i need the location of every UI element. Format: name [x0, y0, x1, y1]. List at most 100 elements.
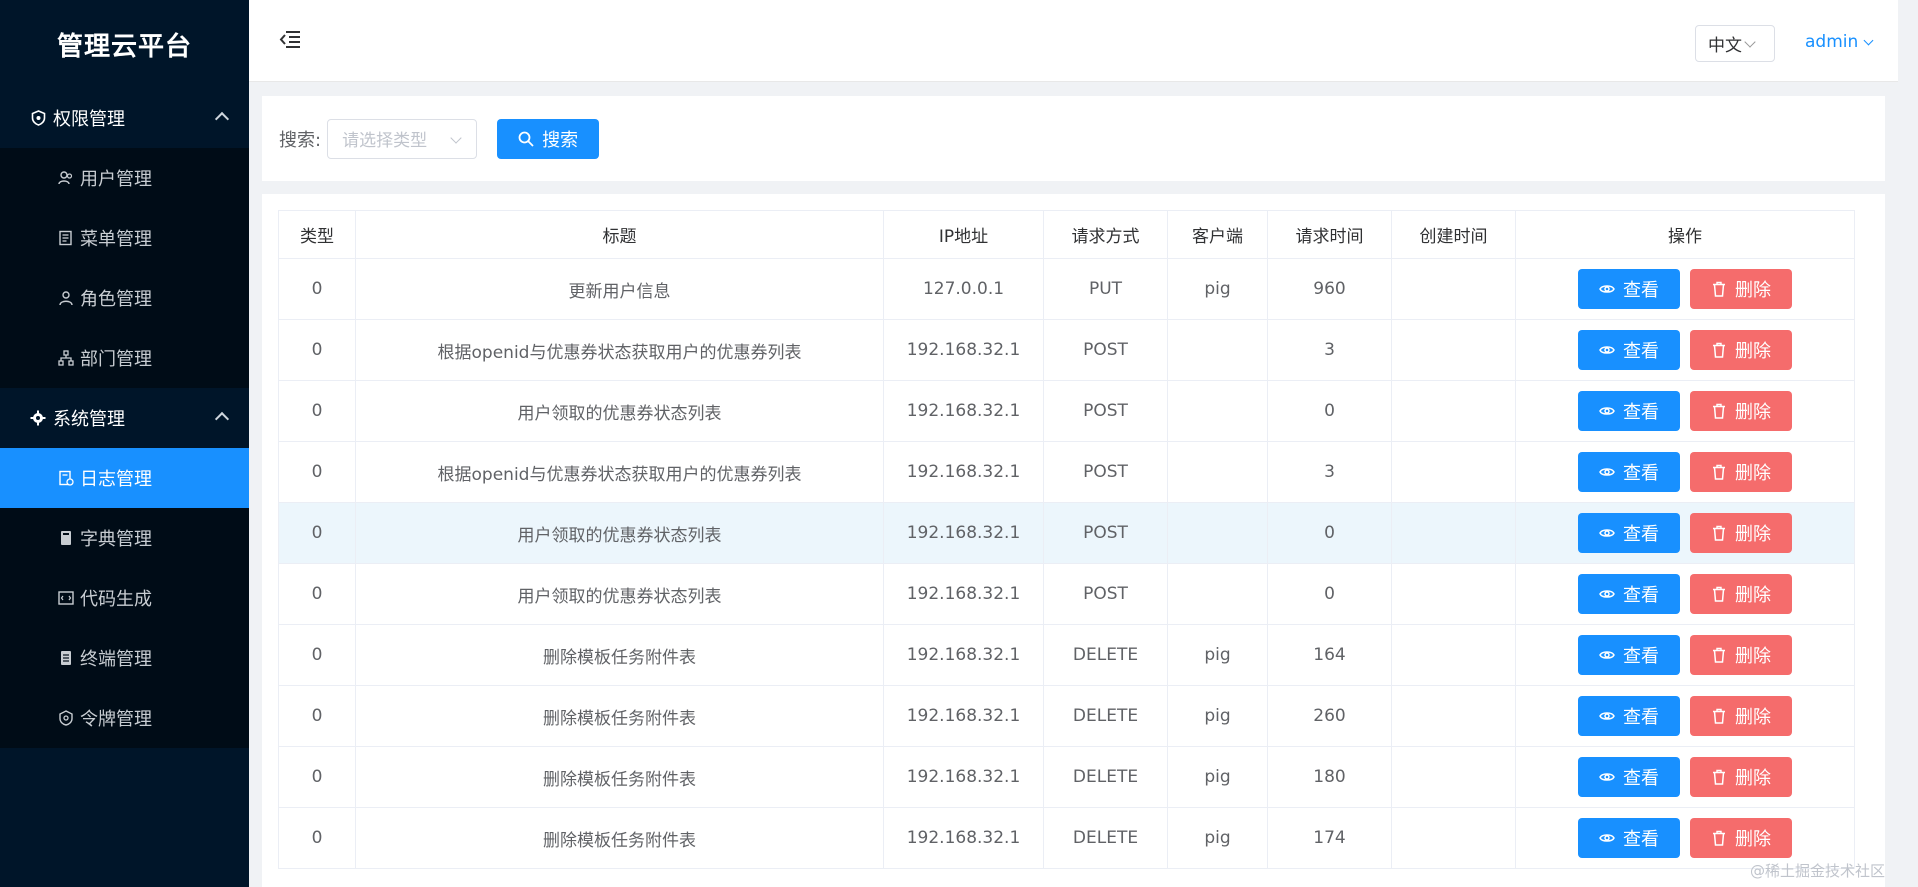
cell-ip: 192.168.32.1	[883, 563, 1044, 625]
view-button[interactable]: 查看	[1578, 452, 1680, 492]
cell-time: 3	[1267, 319, 1392, 381]
sidebar-item-roles[interactable]: 角色管理	[0, 268, 249, 328]
page-scrollbar[interactable]	[1898, 0, 1918, 887]
delete-button-label: 删除	[1735, 768, 1771, 789]
cell-time: 180	[1267, 746, 1392, 808]
dict-icon	[58, 530, 74, 546]
cell-actions: 查看 删除	[1515, 258, 1855, 320]
view-button[interactable]: 查看	[1578, 818, 1680, 858]
trash-icon	[1713, 403, 1725, 419]
column-header: 创建时间	[1391, 210, 1516, 259]
delete-button[interactable]: 删除	[1690, 696, 1792, 736]
cell-time: 260	[1267, 685, 1392, 747]
sidebar-item-label: 令牌管理	[80, 709, 152, 730]
cell-title: 用户领取的优惠券状态列表	[355, 563, 884, 625]
cell-title: 删除模板任务附件表	[355, 807, 884, 869]
sidebar-item-departments[interactable]: 部门管理	[0, 328, 249, 388]
menu-group-permissions[interactable]: 权限管理	[0, 88, 249, 148]
cell-type: 0	[278, 502, 356, 564]
cell-method: PUT	[1043, 258, 1168, 320]
cell-type: 0	[278, 624, 356, 686]
delete-button[interactable]: 删除	[1690, 452, 1792, 492]
delete-button[interactable]: 删除	[1690, 269, 1792, 309]
table-row[interactable]: 0 用户领取的优惠券状态列表 192.168.32.1 POST 0 查看 删除	[278, 380, 1855, 442]
menu-group-system[interactable]: 系统管理	[0, 388, 249, 448]
log-table: 类型 标题 IP地址 请求方式 客户端 请求时间 创建时间 操作 0 更新用户信息…	[278, 210, 1855, 869]
cell-actions: 查看 删除	[1515, 685, 1855, 747]
view-button[interactable]: 查看	[1578, 391, 1680, 431]
table-row[interactable]: 0 更新用户信息 127.0.0.1 PUT pig 960 查看 删除	[278, 258, 1855, 320]
search-button[interactable]: 搜索	[497, 118, 600, 159]
chevron-up-icon	[214, 411, 230, 427]
column-header: IP地址	[883, 210, 1044, 259]
delete-button[interactable]: 删除	[1690, 391, 1792, 431]
cell-client: pig	[1167, 624, 1268, 686]
view-button[interactable]: 查看	[1578, 757, 1680, 797]
table-row[interactable]: 0 删除模板任务附件表 192.168.32.1 DELETE pig 174 查看 删除	[278, 807, 1855, 869]
cell-actions: 查看 删除	[1515, 380, 1855, 442]
watermark: @稀土掘金技术社区	[1750, 862, 1886, 880]
view-button[interactable]: 查看	[1578, 635, 1680, 675]
table-row[interactable]: 0 删除模板任务附件表 192.168.32.1 DELETE pig 164 查看 删除	[278, 624, 1855, 686]
language-select[interactable]: 中文	[1695, 25, 1775, 62]
trash-icon	[1713, 647, 1725, 663]
delete-button[interactable]: 删除	[1690, 818, 1792, 858]
search-label: 搜索:	[279, 129, 322, 151]
sidebar-item-codegen[interactable]: 代码生成	[0, 568, 249, 628]
cell-actions: 查看 删除	[1515, 746, 1855, 808]
delete-button-label: 删除	[1735, 402, 1771, 423]
table-row[interactable]: 0 根据openid与优惠券状态获取用户的优惠券列表 192.168.32.1 POS…	[278, 319, 1855, 381]
cell-client: pig	[1167, 258, 1268, 320]
delete-button[interactable]: 删除	[1690, 757, 1792, 797]
delete-button[interactable]: 删除	[1690, 574, 1792, 614]
view-button[interactable]: 查看	[1578, 574, 1680, 614]
cell-type: 0	[278, 746, 356, 808]
user-dropdown[interactable]: admin	[1805, 32, 1874, 52]
cell-type: 0	[278, 319, 356, 381]
delete-button[interactable]: 删除	[1690, 513, 1792, 553]
cell-time: 164	[1267, 624, 1392, 686]
view-button[interactable]: 查看	[1578, 330, 1680, 370]
view-button[interactable]: 查看	[1578, 269, 1680, 309]
eye-icon	[1599, 407, 1615, 415]
cell-type: 0	[278, 685, 356, 747]
sidebar-item-label: 部门管理	[80, 349, 152, 370]
menu-group-label: 系统管理	[53, 409, 125, 430]
cell-title: 根据openid与优惠券状态获取用户的优惠券列表	[355, 441, 884, 503]
view-button[interactable]: 查看	[1578, 696, 1680, 736]
column-header: 客户端	[1167, 210, 1268, 259]
table-row[interactable]: 0 删除模板任务附件表 192.168.32.1 DELETE pig 260 查看 删除	[278, 685, 1855, 747]
trash-icon	[1713, 708, 1725, 724]
language-value: 中文	[1708, 36, 1742, 56]
type-select[interactable]: 请选择类型	[327, 118, 478, 159]
eye-icon	[1599, 712, 1615, 720]
delete-button[interactable]: 删除	[1690, 330, 1792, 370]
sidebar-item-menus[interactable]: 菜单管理	[0, 208, 249, 268]
table-row[interactable]: 0 用户领取的优惠券状态列表 192.168.32.1 POST 0 查看 删除	[278, 563, 1855, 625]
eye-icon	[1599, 651, 1615, 659]
sidebar-item-logs[interactable]: 日志管理	[0, 448, 249, 508]
view-button-label: 查看	[1623, 280, 1659, 301]
table-row[interactable]: 0 删除模板任务附件表 192.168.32.1 DELETE pig 180 查看 删除	[278, 746, 1855, 808]
chevron-up-icon	[214, 111, 230, 127]
sidebar-collapse-icon[interactable]	[279, 30, 301, 52]
view-button[interactable]: 查看	[1578, 513, 1680, 553]
sidebar-item-tokens[interactable]: 令牌管理	[0, 688, 249, 748]
delete-button[interactable]: 删除	[1690, 635, 1792, 675]
view-button-label: 查看	[1623, 829, 1659, 850]
column-header: 类型	[278, 210, 356, 259]
menu-icon	[58, 230, 74, 246]
sidebar-item-dictionary[interactable]: 字典管理	[0, 508, 249, 568]
sidebar-item-terminals[interactable]: 终端管理	[0, 628, 249, 688]
sidebar-item-users[interactable]: 用户管理	[0, 148, 249, 208]
sidebar: 管理云平台 权限管理 用户管理 菜单管理 角色管理 部门管理 系统管理 日志管理…	[0, 0, 249, 887]
table-row[interactable]: 0 根据openid与优惠券状态获取用户的优惠券列表 192.168.32.1 POS…	[278, 441, 1855, 503]
eye-icon	[1599, 773, 1615, 781]
terminal-icon	[58, 650, 74, 666]
cell-method: DELETE	[1043, 807, 1168, 869]
cell-created	[1391, 807, 1516, 869]
cell-ip: 192.168.32.1	[883, 807, 1044, 869]
table-row[interactable]: 0 用户领取的优惠券状态列表 192.168.32.1 POST 0 查看 删除	[278, 502, 1855, 564]
app-logo-title: 管理云平台	[56, 31, 192, 62]
view-button-label: 查看	[1623, 524, 1659, 545]
